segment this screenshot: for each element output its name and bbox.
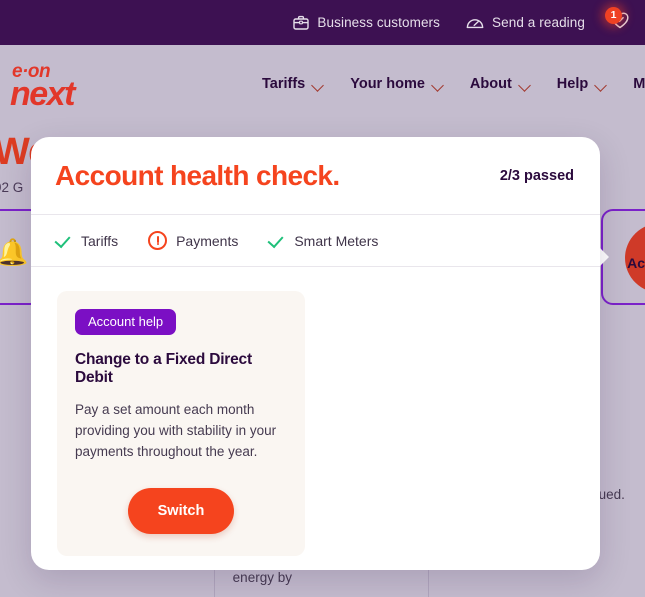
- modal-body: Account help Change to a Fixed Direct De…: [31, 267, 600, 556]
- status-item-label: Smart Meters: [294, 232, 379, 249]
- switch-button[interactable]: Switch: [127, 487, 235, 534]
- status-item-smart-meters[interactable]: Smart Meters: [268, 232, 378, 249]
- check-icon: [55, 232, 72, 249]
- health-status-row: Tariffs Payments Smart Meters: [31, 215, 600, 267]
- status-item-label: Payments: [176, 232, 239, 249]
- status-item-label: Tariffs: [81, 232, 119, 249]
- status-item-payments[interactable]: Payments: [148, 231, 238, 250]
- account-help-card-body: Pay a set amount each month providing yo…: [75, 402, 277, 459]
- modal-title: Account health check.: [55, 159, 340, 191]
- modal-score-badge: 2/3 passed: [499, 167, 574, 184]
- account-help-badge: Account help: [75, 309, 177, 335]
- account-health-check-modal: Account health check. 2/3 passed Tariffs…: [31, 137, 600, 570]
- modal-overlay: Account health check. 2/3 passed Tariffs…: [0, 0, 645, 597]
- account-help-card-title: Change to a Fixed Direct Debit: [75, 351, 252, 386]
- switch-button-wrapper: Switch: [75, 487, 287, 534]
- check-icon: [268, 232, 285, 249]
- modal-header: Account health check. 2/3 passed: [31, 137, 600, 215]
- status-item-tariffs[interactable]: Tariffs: [55, 232, 118, 249]
- exclamation-circle-icon: [148, 231, 168, 250]
- account-help-card: Account help Change to a Fixed Direct De…: [57, 291, 305, 556]
